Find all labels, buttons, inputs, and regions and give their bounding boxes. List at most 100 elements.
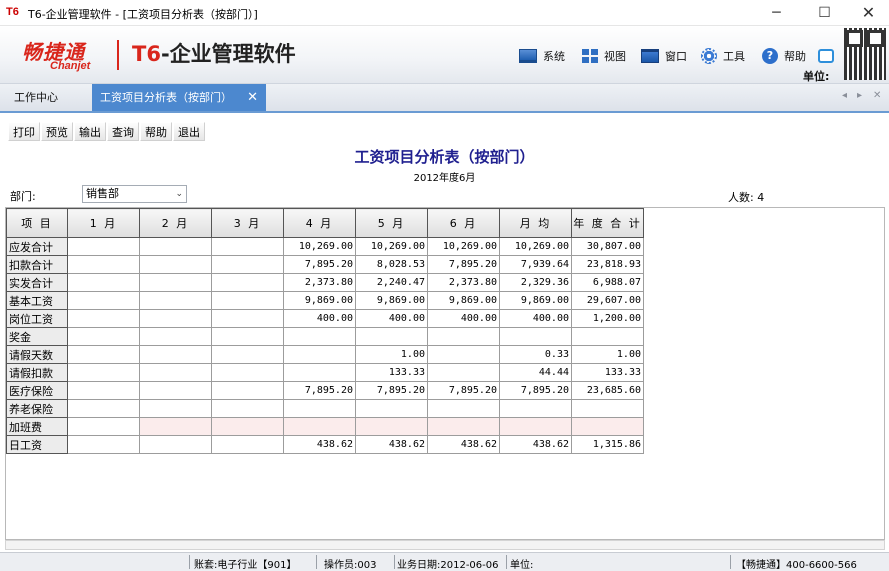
tab-salary-analysis[interactable]: 工资项目分析表（按部门） ✕ [92, 84, 266, 111]
cell-m5[interactable]: 400.00 [355, 309, 428, 328]
cell-m4[interactable]: 438.62 [283, 435, 356, 454]
table-row[interactable]: 奖金 [6, 327, 644, 346]
cell-m5[interactable]: 2,240.47 [355, 273, 428, 292]
cell-m4[interactable]: 2,373.80 [283, 273, 356, 292]
cell-m6[interactable] [427, 327, 500, 346]
cell-total[interactable]: 133.33 [571, 363, 644, 382]
cell-avg[interactable]: 9,869.00 [499, 291, 572, 310]
menu-window[interactable]: 窗口 [641, 46, 687, 66]
cell-m3[interactable] [211, 291, 284, 310]
table-row[interactable]: 日工资 438.62 438.62 438.62 438.62 1,315.86 [6, 435, 644, 454]
cell-m6[interactable]: 9,869.00 [427, 291, 500, 310]
tab-close-all-icon[interactable]: ✕ [873, 90, 881, 101]
table-row[interactable]: 养老保险 [6, 399, 644, 418]
tab-prev-icon[interactable]: ◂ [842, 90, 847, 101]
cell-m4[interactable]: 7,895.20 [283, 255, 356, 274]
cell-avg[interactable] [499, 327, 572, 346]
department-select[interactable]: 销售部 ⌄ [82, 185, 187, 203]
cell-m3[interactable] [211, 417, 284, 436]
cell-m4[interactable] [283, 417, 356, 436]
cell-m3[interactable] [211, 363, 284, 382]
cell-m2[interactable] [139, 309, 212, 328]
cell-avg[interactable]: 7,939.64 [499, 255, 572, 274]
cell-m1[interactable] [67, 381, 140, 400]
cell-m4[interactable]: 400.00 [283, 309, 356, 328]
cell-m3[interactable] [211, 255, 284, 274]
cell-m6[interactable] [427, 363, 500, 382]
cell-avg[interactable]: 7,895.20 [499, 381, 572, 400]
cell-m3[interactable] [211, 309, 284, 328]
cell-m5[interactable] [355, 417, 428, 436]
cell-avg[interactable] [499, 417, 572, 436]
maximize-button[interactable]: ☐ [802, 0, 847, 26]
tab-next-icon[interactable]: ▸ [857, 90, 862, 101]
cell-m5[interactable]: 8,028.53 [355, 255, 428, 274]
table-row[interactable]: 基本工资 9,869.00 9,869.00 9,869.00 9,869.00… [6, 291, 644, 310]
cell-avg[interactable]: 44.44 [499, 363, 572, 382]
table-row[interactable]: 岗位工资 400.00 400.00 400.00 400.00 1,200.0… [6, 309, 644, 328]
cell-avg[interactable]: 10,269.00 [499, 237, 572, 256]
cell-m5[interactable]: 7,895.20 [355, 381, 428, 400]
close-window-button[interactable]: ✕ [846, 0, 889, 26]
cell-m2[interactable] [139, 237, 212, 256]
cell-m6[interactable]: 2,373.80 [427, 273, 500, 292]
query-button[interactable]: 查询 [107, 122, 139, 141]
cell-total[interactable] [571, 327, 644, 346]
minimize-button[interactable]: ─ [754, 0, 799, 26]
cell-m1[interactable] [67, 291, 140, 310]
cell-m1[interactable] [67, 309, 140, 328]
table-row[interactable]: 请假扣款 133.33 44.44 133.33 [6, 363, 644, 382]
cell-m4[interactable]: 10,269.00 [283, 237, 356, 256]
cell-m3[interactable] [211, 273, 284, 292]
cell-total[interactable] [571, 417, 644, 436]
cell-m4[interactable] [283, 399, 356, 418]
cell-m4[interactable] [283, 363, 356, 382]
cell-m6[interactable]: 7,895.20 [427, 381, 500, 400]
cell-total[interactable]: 23,818.93 [571, 255, 644, 274]
cell-total[interactable] [571, 399, 644, 418]
cell-m3[interactable] [211, 399, 284, 418]
cell-total[interactable]: 1.00 [571, 345, 644, 364]
menu-system[interactable]: 系统 [519, 46, 565, 66]
cell-m6[interactable]: 7,895.20 [427, 255, 500, 274]
cell-m5[interactable]: 1.00 [355, 345, 428, 364]
cell-m6[interactable]: 438.62 [427, 435, 500, 454]
table-row[interactable]: 请假天数 1.00 0.33 1.00 [6, 345, 644, 364]
cell-m3[interactable] [211, 327, 284, 346]
cell-m1[interactable] [67, 363, 140, 382]
tab-work-center[interactable]: 工作中心 [2, 84, 70, 111]
cell-m5[interactable]: 133.33 [355, 363, 428, 382]
cell-m6[interactable]: 400.00 [427, 309, 500, 328]
cell-m5[interactable] [355, 399, 428, 418]
cell-total[interactable]: 30,807.00 [571, 237, 644, 256]
cell-m3[interactable] [211, 237, 284, 256]
cell-total[interactable]: 23,685.60 [571, 381, 644, 400]
help-button[interactable]: 帮助 [140, 122, 172, 141]
menu-view[interactable]: 视图 [582, 46, 626, 66]
cell-avg[interactable] [499, 399, 572, 418]
cell-m2[interactable] [139, 291, 212, 310]
cell-m1[interactable] [67, 435, 140, 454]
cell-m2[interactable] [139, 363, 212, 382]
menu-tools[interactable]: 工具 [701, 46, 745, 66]
cell-m6[interactable] [427, 345, 500, 364]
tab-close-icon[interactable]: ✕ [247, 84, 258, 111]
cell-m2[interactable] [139, 273, 212, 292]
cell-avg[interactable]: 438.62 [499, 435, 572, 454]
cell-m5[interactable]: 10,269.00 [355, 237, 428, 256]
cell-total[interactable]: 6,988.07 [571, 273, 644, 292]
report-grid[interactable]: 项 目 1 月 2 月 3 月 4 月 5 月 6 月 月 均 年 度 合 计 … [5, 207, 885, 540]
cell-m6[interactable] [427, 399, 500, 418]
cell-m3[interactable] [211, 345, 284, 364]
table-row[interactable]: 扣款合计 7,895.20 8,028.53 7,895.20 7,939.64… [6, 255, 644, 274]
cell-m4[interactable] [283, 327, 356, 346]
cell-avg[interactable]: 0.33 [499, 345, 572, 364]
menu-help[interactable]: ? 帮助 [762, 46, 806, 66]
message-button[interactable] [818, 46, 840, 66]
cell-m1[interactable] [67, 399, 140, 418]
horizontal-scrollbar[interactable] [5, 540, 885, 550]
cell-m3[interactable] [211, 381, 284, 400]
cell-m5[interactable] [355, 327, 428, 346]
preview-button[interactable]: 预览 [41, 122, 73, 141]
exit-button[interactable]: 退出 [173, 122, 205, 141]
